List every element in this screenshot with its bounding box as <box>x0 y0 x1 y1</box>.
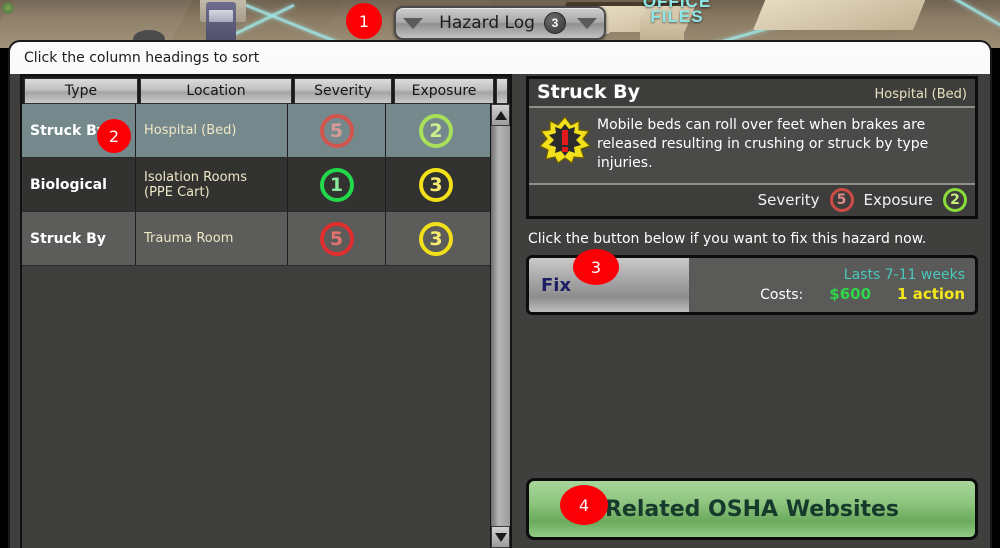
cell-location: Isolation Rooms (PPE Cart) <box>136 158 288 211</box>
hazard-log-window: Click the column headings to sort Type L… <box>8 40 992 548</box>
cell-exposure: 2 <box>386 104 486 157</box>
window-body: Type Location Severity Exposure Struck B… <box>10 74 990 548</box>
severity-badge: 5 <box>319 113 354 148</box>
scene-machine <box>206 2 236 42</box>
chevron-down-icon-left[interactable] <box>403 17 423 29</box>
detail-exposure-label: Exposure <box>863 191 933 209</box>
detail-severity-badge: 5 <box>829 188 854 212</box>
fix-button-label: Fix <box>541 274 572 296</box>
hazard-card-footer: Severity 5 Exposure 2 <box>529 183 975 216</box>
column-header-type[interactable]: Type <box>24 78 138 104</box>
osha-button-label: Related OSHA Websites <box>604 496 900 522</box>
table-row[interactable]: Struck By Hospital (Bed) 5 2 <box>22 104 490 158</box>
triangle-up-icon <box>494 110 507 120</box>
scene-desk <box>753 0 927 30</box>
scrollbar-track[interactable] <box>491 126 510 526</box>
table-scrollbar[interactable] <box>490 104 510 548</box>
annotation-marker-3: 3 <box>573 249 619 285</box>
cell-location: Hospital (Bed) <box>136 104 288 157</box>
fix-hint-text: Click the button below if you want to fi… <box>528 231 927 247</box>
hazard-table-panel: Type Location Severity Exposure Struck B… <box>20 74 512 548</box>
table-column-headers: Type Location Severity Exposure <box>22 76 510 104</box>
hazard-detail-card: Struck By Hospital (Bed) Mobile beds can… <box>526 76 978 219</box>
hazard-card-body: Mobile beds can roll over feet when brak… <box>529 108 975 183</box>
column-header-exposure[interactable]: Exposure <box>394 78 494 104</box>
hazard-log-title-bar[interactable]: Hazard Log 3 <box>394 6 606 40</box>
cell-exposure: 3 <box>386 212 486 265</box>
scene-plant <box>2 2 14 14</box>
table-row[interactable]: Struck By Trauma Room 5 3 <box>22 212 490 266</box>
office-files-label: OFFICE FILES <box>642 0 712 26</box>
cell-type: Biological <box>22 158 136 211</box>
hazard-detail-panel: Struck By Hospital (Bed) Mobile beds can… <box>526 74 978 548</box>
table-rows-list: Struck By Hospital (Bed) 5 2 Biological <box>22 104 490 548</box>
severity-badge: 1 <box>319 167 354 202</box>
column-header-severity[interactable]: Severity <box>294 78 392 104</box>
cell-severity: 1 <box>288 158 386 211</box>
fix-duration: Lasts 7-11 weeks <box>843 267 965 283</box>
hazard-description: Mobile beds can roll over feet when brak… <box>597 117 929 171</box>
table-rows-area: Struck By Hospital (Bed) 5 2 Biological <box>22 104 510 548</box>
annotation-marker-2: 2 <box>97 119 131 153</box>
chevron-down-icon-right[interactable] <box>577 17 597 29</box>
fix-costs-row: Costs: $600 1 action <box>760 285 965 303</box>
fix-button-cost-panel: Lasts 7-11 weeks Costs: $600 1 action <box>689 258 975 312</box>
hazard-title: Struck By <box>537 81 641 103</box>
cell-severity: 5 <box>288 104 386 157</box>
annotation-marker-1: 1 <box>346 3 382 39</box>
cell-exposure: 3 <box>386 158 486 211</box>
hazard-count-badge: 3 <box>544 12 566 34</box>
annotation-marker-4: 4 <box>560 485 608 525</box>
cell-location: Trauma Room <box>136 212 288 265</box>
warning-burst-icon <box>539 116 591 164</box>
column-header-spacer <box>496 78 508 104</box>
fix-action-cost: 1 action <box>897 285 965 303</box>
cell-type: Struck By <box>22 212 136 265</box>
app-screen: OFFICE FILES Hazard Log 3 Click the colu… <box>0 0 1000 548</box>
page-title: Hazard Log <box>439 13 535 33</box>
exposure-badge: 3 <box>419 167 453 202</box>
severity-badge: 5 <box>319 221 354 256</box>
table-row[interactable]: Biological Isolation Rooms (PPE Cart) 1 … <box>22 158 490 212</box>
exposure-badge: 2 <box>419 113 453 148</box>
fix-money-cost: $600 <box>829 285 872 303</box>
exposure-badge: 3 <box>419 221 453 256</box>
sort-hint: Click the column headings to sort <box>24 50 260 66</box>
detail-exposure-badge: 2 <box>943 188 967 212</box>
hazard-card-header: Struck By Hospital (Bed) <box>529 79 975 108</box>
detail-severity-label: Severity <box>757 191 820 209</box>
scroll-down-button[interactable] <box>491 526 510 548</box>
cell-severity: 5 <box>288 212 386 265</box>
triangle-down-icon <box>494 532 507 542</box>
column-header-location[interactable]: Location <box>140 78 292 104</box>
hazard-location: Hospital (Bed) <box>874 87 968 102</box>
detail-spacer <box>526 315 978 478</box>
scroll-up-button[interactable] <box>491 104 510 126</box>
fix-costs-label: Costs: <box>760 287 804 303</box>
